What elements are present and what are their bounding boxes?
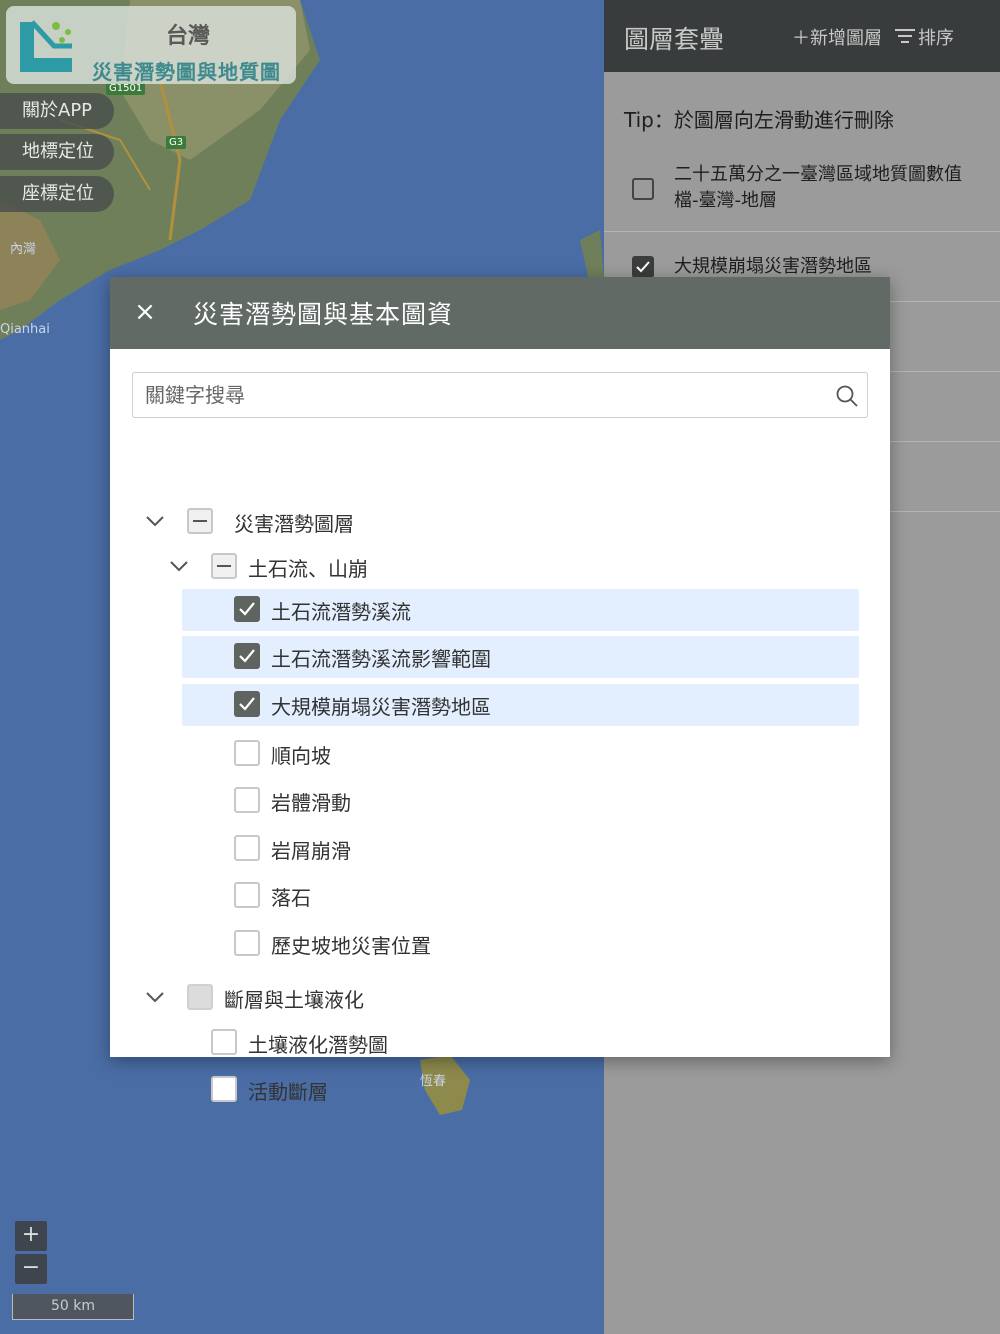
- tree-node-label: 順向坡: [271, 744, 331, 768]
- checkbox: [187, 984, 213, 1010]
- app-logo: 台灣 災害潛勢圖與地質圖: [6, 6, 296, 84]
- checkbox-checked[interactable]: [234, 691, 260, 717]
- close-button[interactable]: ×: [130, 297, 160, 327]
- tree-node-label: 土石流潛勢溪流影響範圍: [271, 647, 491, 671]
- tree-node-label: 土壤液化潛勢圖: [248, 1033, 388, 1057]
- tree-node-label: 斷層與土壤液化: [224, 988, 364, 1012]
- tree-node-label: 活動斷層: [248, 1080, 328, 1104]
- logo-region-label: 台灣: [166, 24, 211, 49]
- coordinate-locate-button[interactable]: 座標定位: [0, 176, 114, 212]
- tree-node[interactable]: 落石: [110, 875, 890, 915]
- layer-picker-modal: × 災害潛勢圖與基本圖資 災害潛勢圖層土石流、山崩土石流潛勢溪流土石流潛勢溪流影…: [110, 277, 890, 1104]
- map-place-label: Qianhai: [0, 322, 50, 337]
- sort-icon: [895, 29, 915, 43]
- checkbox[interactable]: [234, 930, 260, 956]
- tree-node[interactable]: 岩體滑動: [110, 780, 890, 820]
- tree-node[interactable]: 土石流潛勢溪流影響範圍: [182, 636, 859, 678]
- checkbox-indeterminate[interactable]: [211, 553, 237, 579]
- tree-node-label: 土石流、山崩: [248, 557, 368, 581]
- tree-node[interactable]: 活動斷層: [110, 1069, 890, 1109]
- check-icon: [239, 697, 255, 711]
- tree-node-label: 大規模崩塌災害潛勢地區: [271, 695, 491, 719]
- search-input[interactable]: [145, 381, 825, 409]
- modal-title: 災害潛勢圖與基本圖資: [193, 300, 454, 329]
- layer-checkbox[interactable]: [632, 178, 654, 200]
- tree-node-label: 岩屑崩滑: [271, 839, 351, 863]
- checkbox[interactable]: [234, 882, 260, 908]
- add-layer-button[interactable]: ＋新增圖層: [792, 24, 882, 50]
- checkbox[interactable]: [211, 1029, 237, 1055]
- checkbox[interactable]: [234, 835, 260, 861]
- tree-node[interactable]: 大規模崩塌災害潛勢地區: [182, 684, 859, 726]
- checkbox[interactable]: [234, 740, 260, 766]
- layer-label: 二十五萬分之一臺灣區域地質圖數值檔-臺灣-地層: [674, 164, 962, 211]
- checkbox-checked[interactable]: [234, 596, 260, 622]
- tree-node-label: 災害潛勢圖層: [234, 512, 354, 536]
- tree-node[interactable]: 土壤液化潛勢圖: [110, 1022, 890, 1062]
- checkbox-indeterminate[interactable]: [187, 508, 213, 534]
- tree-node[interactable]: 斷層與土壤液化: [110, 977, 890, 1017]
- layer-item[interactable]: 二十五萬分之一臺灣區域地質圖數值檔-臺灣-地層: [604, 150, 1000, 232]
- search-box[interactable]: [132, 372, 868, 418]
- checkbox[interactable]: [234, 787, 260, 813]
- tree-node[interactable]: 土石流潛勢溪流: [182, 589, 859, 631]
- tree-node[interactable]: 順向坡: [110, 733, 890, 773]
- chevron-down-icon[interactable]: [168, 555, 190, 577]
- tree-node-label: 土石流潛勢溪流: [271, 600, 411, 624]
- tree-node-label: 落石: [271, 886, 311, 910]
- map-place-label: 內灣: [10, 242, 37, 257]
- chevron-down-icon[interactable]: [144, 986, 166, 1008]
- tree-node[interactable]: 岩屑崩滑: [110, 828, 890, 868]
- tree-node[interactable]: 災害潛勢圖層: [110, 501, 890, 541]
- zoom-in-button[interactable]: +: [15, 1221, 47, 1251]
- chevron-down-icon[interactable]: [144, 510, 166, 532]
- modal-header: × 災害潛勢圖與基本圖資: [110, 277, 890, 349]
- sort-label: 排序: [918, 28, 954, 49]
- layer-checkbox-checked[interactable]: [632, 256, 654, 278]
- check-icon: [239, 602, 255, 616]
- checkbox[interactable]: [211, 1076, 237, 1102]
- tree-node-label: 岩體滑動: [271, 791, 351, 815]
- check-icon: [239, 649, 255, 663]
- panel-title: 圖層套疊: [624, 25, 725, 54]
- sort-button[interactable]: 排序: [895, 24, 954, 50]
- checkbox-checked[interactable]: [234, 643, 260, 669]
- road-badge: G3: [166, 136, 187, 149]
- search-icon[interactable]: [835, 384, 859, 408]
- panel-tip: Tip：於圖層向左滑動進行刪除: [624, 108, 894, 132]
- check-icon: [636, 261, 650, 273]
- tree-node-label: 歷史坡地災害位置: [271, 934, 431, 958]
- map-scale-bar: 50 km: [12, 1294, 134, 1320]
- tree-node[interactable]: 土石流、山崩: [110, 546, 890, 586]
- tree-node[interactable]: 歷史坡地災害位置: [110, 923, 890, 963]
- logo-app-title: 災害潛勢圖與地質圖: [92, 60, 281, 84]
- about-app-button[interactable]: 關於APP: [0, 93, 114, 129]
- landslide-logo-icon: [20, 20, 72, 72]
- panel-header: 圖層套疊 ＋新增圖層 排序: [604, 0, 1000, 72]
- zoom-out-button[interactable]: −: [15, 1254, 47, 1284]
- landmark-locate-button[interactable]: 地標定位: [0, 134, 114, 170]
